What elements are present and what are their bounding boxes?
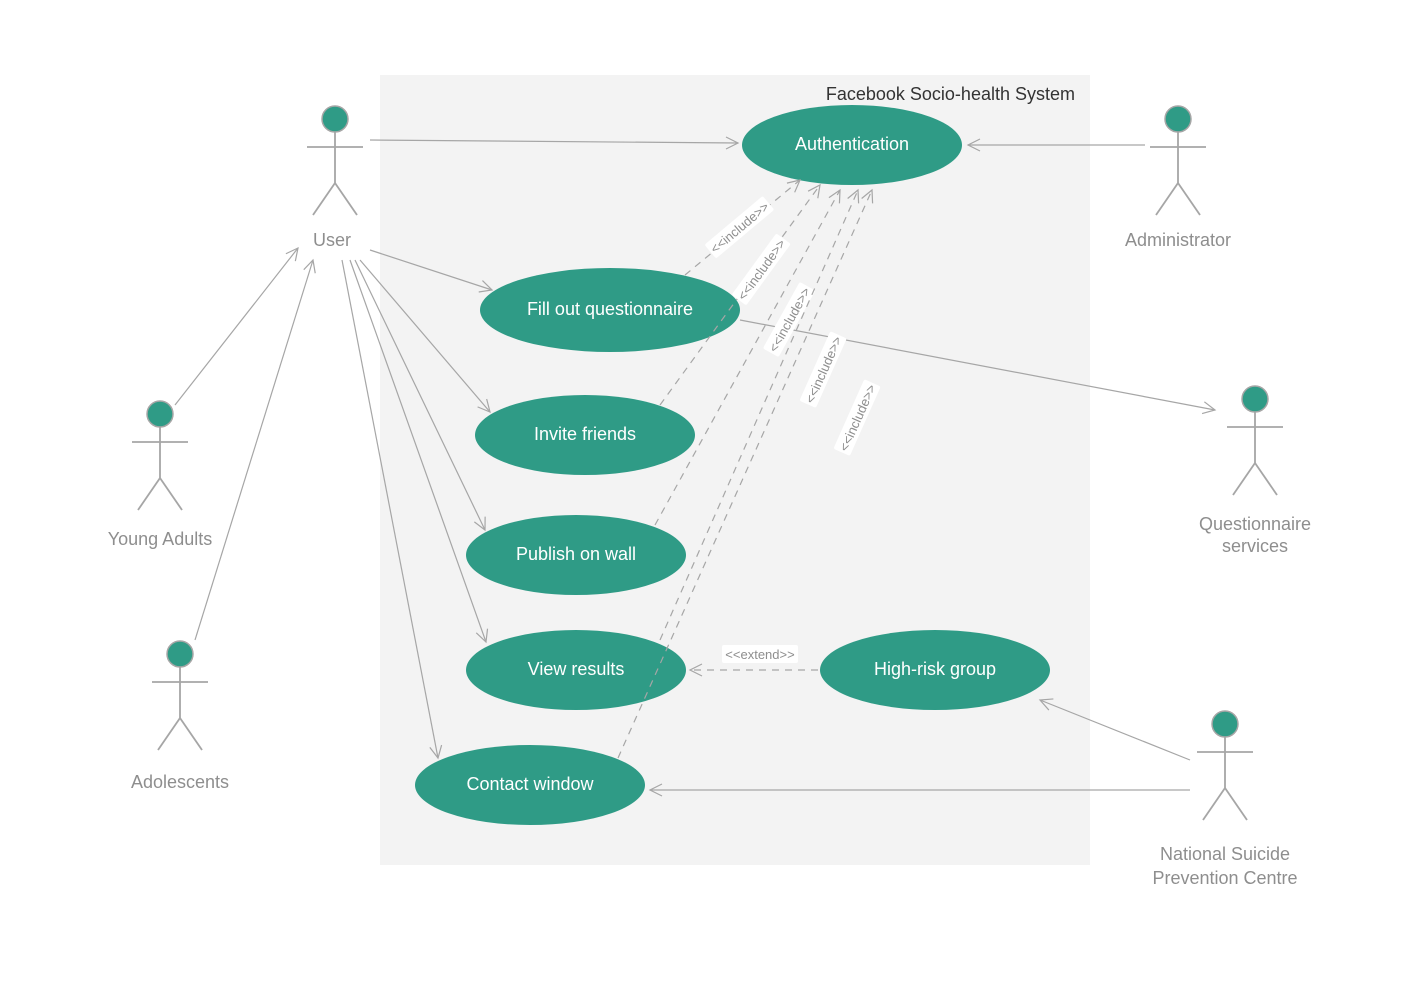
usecase-contact: Contact window	[415, 745, 645, 825]
gen-adolescents-user	[195, 258, 319, 640]
actor-adolescents-label: Adolescents	[131, 772, 229, 792]
extend-label: <<extend>>	[725, 647, 794, 662]
usecase-viewresults: View results	[466, 630, 686, 710]
actor-young-adults-label: Young Adults	[108, 529, 212, 549]
actor-administrator-label: Administrator	[1125, 230, 1231, 250]
usecase-authentication-label: Authentication	[795, 134, 909, 154]
actor-nspc-label-1: National Suicide	[1160, 844, 1290, 864]
usecase-invite: Invite friends	[475, 395, 695, 475]
usecase-publish-label: Publish on wall	[516, 544, 636, 564]
gen-youngadults-user	[175, 244, 303, 405]
usecase-publish: Publish on wall	[466, 515, 686, 595]
actor-questionnaire-services: Questionnaire services	[1199, 386, 1311, 556]
actor-nspc-label-2: Prevention Centre	[1152, 868, 1297, 888]
use-case-diagram: Facebook Socio-health System Authenticat…	[0, 0, 1412, 996]
usecase-fillout-label: Fill out questionnaire	[527, 299, 693, 319]
usecase-viewresults-label: View results	[528, 659, 625, 679]
usecase-fillout: Fill out questionnaire	[480, 268, 740, 352]
actor-nspc: National Suicide Prevention Centre	[1152, 711, 1297, 888]
actor-questionnaire-label-1: Questionnaire	[1199, 514, 1311, 534]
actor-adolescents: Adolescents	[131, 641, 229, 792]
system-title: Facebook Socio-health System	[826, 84, 1075, 104]
actor-user: User	[307, 106, 363, 250]
usecase-authentication: Authentication	[742, 105, 962, 185]
actor-administrator: Administrator	[1125, 106, 1231, 250]
actor-young-adults: Young Adults	[108, 401, 212, 549]
svg-text:services: services	[1222, 536, 1288, 556]
actor-user-label: User	[313, 230, 351, 250]
usecase-highrisk-label: High-risk group	[874, 659, 996, 679]
usecase-highrisk: High-risk group	[820, 630, 1050, 710]
usecase-invite-label: Invite friends	[534, 424, 636, 444]
usecase-contact-label: Contact window	[466, 774, 594, 794]
